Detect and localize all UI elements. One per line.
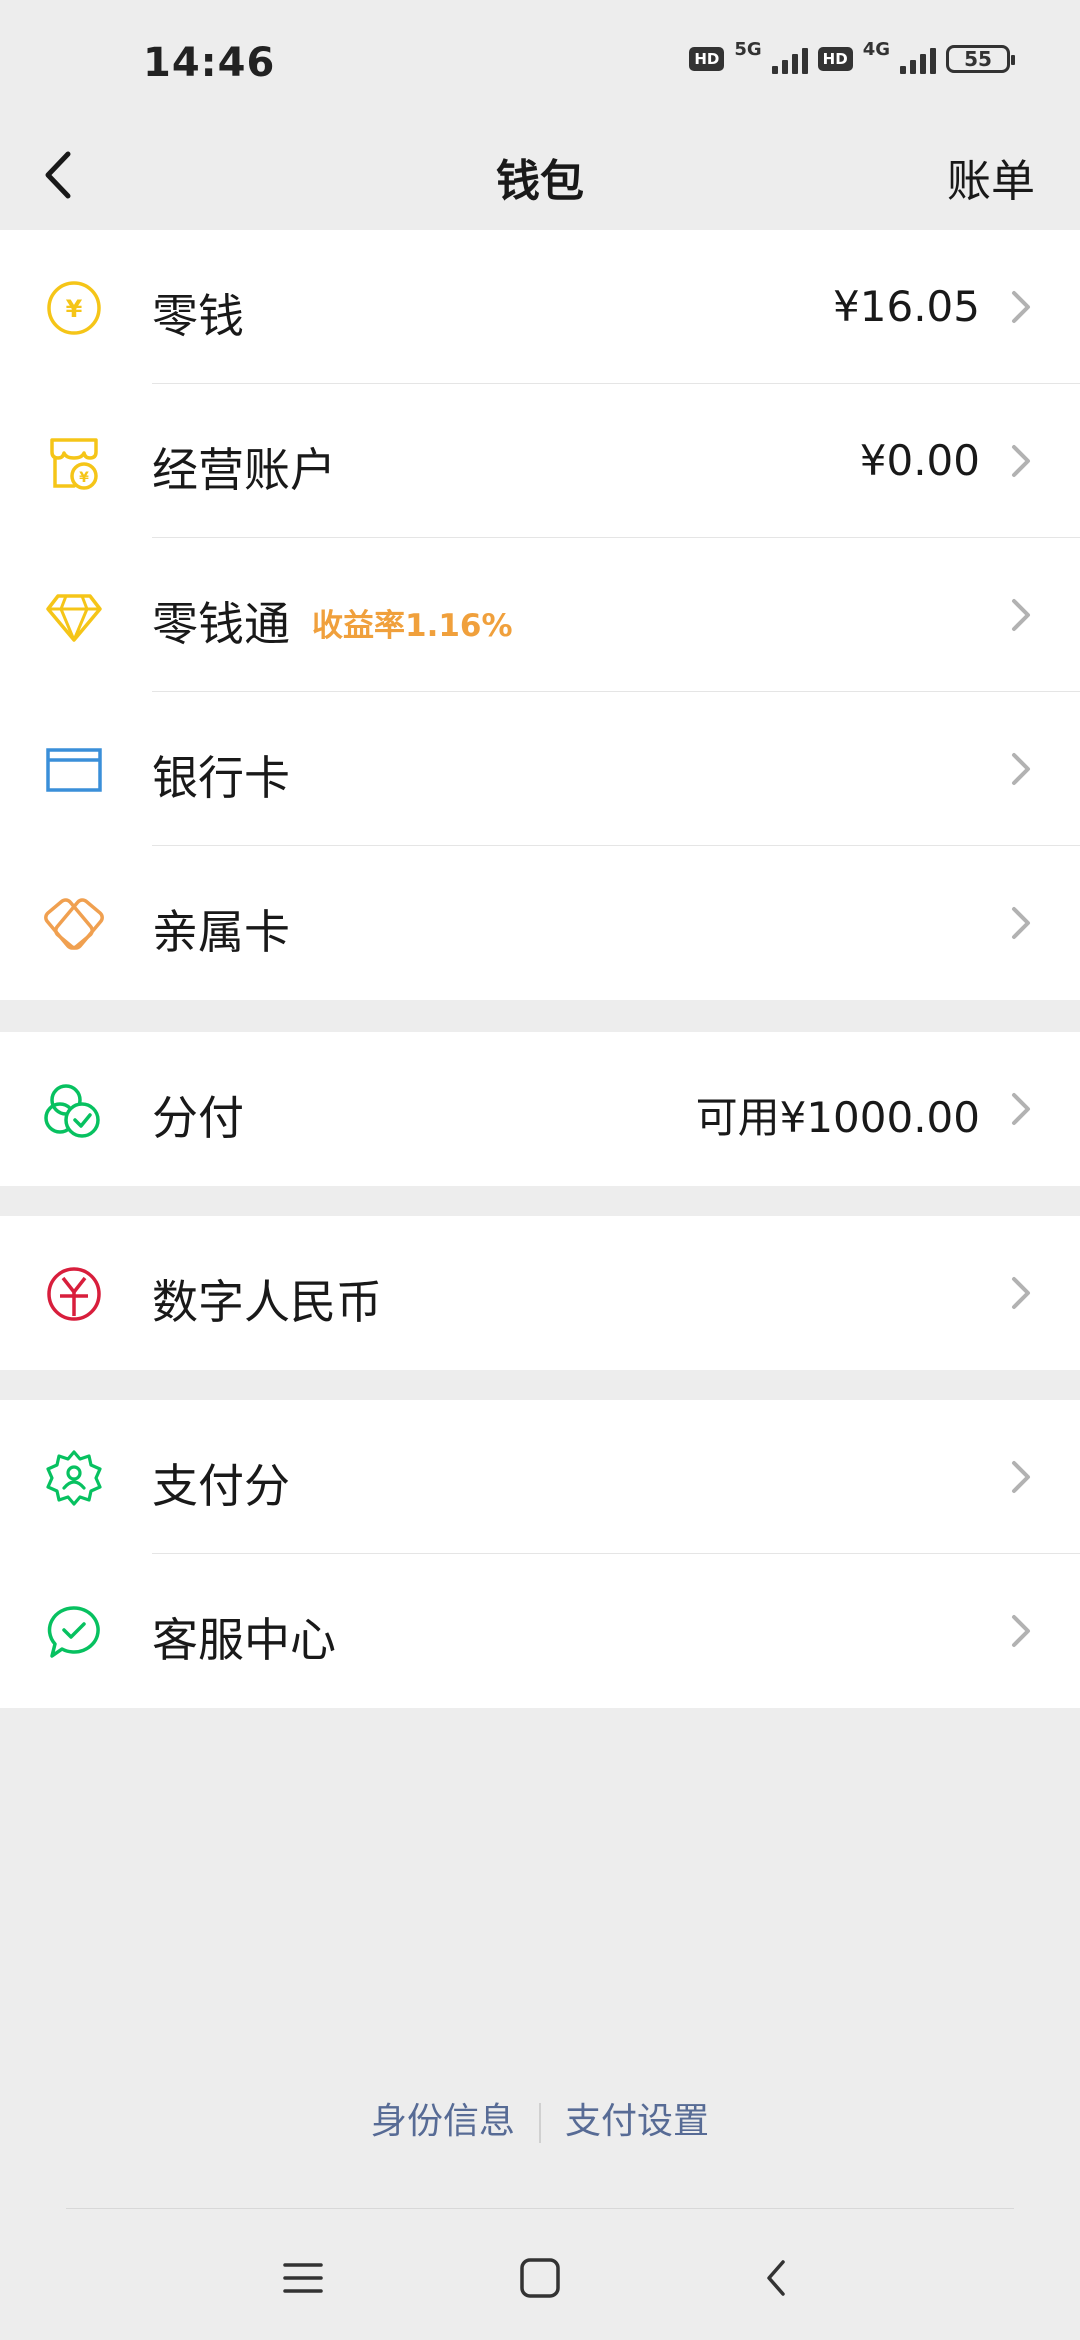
payment-settings-link[interactable]: 支付设置 — [565, 2101, 709, 2142]
wallet-group-4: 支付分 客服中心 — [0, 1400, 1080, 1708]
page-title: 钱包 — [496, 156, 584, 207]
chevron-right-icon — [1012, 1093, 1030, 1125]
footer-divider — [539, 2103, 541, 2143]
available-credit: 可用¥1000.00 — [695, 1093, 980, 1142]
back-triangle-icon — [767, 2260, 785, 2296]
chevron-right-icon — [1012, 291, 1030, 323]
signal-icon — [771, 44, 808, 74]
pay-score-row[interactable]: 支付分 — [0, 1400, 1080, 1554]
wallet-group-3: 数字人民币 — [0, 1216, 1080, 1370]
change-row[interactable]: ¥ 零钱 ¥16.05 — [0, 230, 1080, 384]
bank-card-row[interactable]: 银行卡 — [0, 692, 1080, 846]
chevron-right-icon — [1012, 1461, 1030, 1493]
row-label: 亲属卡 — [152, 905, 290, 959]
row-label: 经营账户 — [152, 443, 336, 497]
chevron-right-icon — [1012, 445, 1030, 477]
lingqiantong-row[interactable]: 零钱通 收益率1.16% — [0, 538, 1080, 692]
status-icons: HD 5G HD 4G 55 — [689, 39, 1015, 74]
svg-text:¥: ¥ — [79, 470, 89, 486]
chat-check-icon — [47, 1606, 100, 1658]
business-account-row[interactable]: ¥ 经营账户 ¥0.00 — [0, 384, 1080, 538]
chevron-right-icon — [1012, 907, 1030, 939]
balance-value: ¥0.00 — [859, 436, 980, 485]
fenfu-row[interactable]: 分付 可用¥1000.00 — [0, 1032, 1080, 1186]
row-label: 数字人民币 — [152, 1275, 382, 1329]
yen-coin-icon: ¥ — [47, 281, 101, 335]
row-label: 银行卡 — [152, 751, 290, 805]
signal-icon — [900, 44, 936, 74]
hd-badge-sim2: HD — [817, 47, 853, 71]
system-nav-divider — [66, 2208, 1014, 2209]
chevron-right-icon — [1012, 599, 1030, 631]
hd-badge-sim1: HD — [689, 47, 725, 71]
family-card-row[interactable]: 亲属卡 — [0, 846, 1080, 1000]
navigation-bar: 钱包 账单 — [0, 125, 1080, 230]
battery-icon: 55 — [946, 45, 1015, 73]
shop-yen-icon: ¥ — [50, 438, 98, 490]
footer-links: 身份信息 支付设置 — [0, 2092, 1080, 2144]
home-button[interactable] — [510, 2248, 570, 2308]
system-back-button[interactable] — [747, 2248, 807, 2308]
row-label: 零钱通 — [152, 597, 290, 651]
balance-value: ¥16.05 — [833, 282, 980, 331]
chevron-right-icon — [1012, 753, 1030, 785]
wallet-group-1: ¥ 零钱 ¥16.05 ¥ 经营账户 ¥0.00 零钱通 收益率1.16% 银行… — [0, 230, 1080, 1000]
row-label: 客服中心 — [152, 1613, 336, 1667]
yield-rate-badge: 收益率1.16% — [312, 608, 513, 644]
status-bar: 14:46 HD 5G HD 4G 55 — [0, 0, 1080, 125]
network-type-sim2: 4G — [862, 38, 890, 60]
chevron-right-icon — [1012, 1615, 1030, 1647]
digital-yuan-icon — [47, 1267, 101, 1321]
badge-person-icon — [46, 1450, 102, 1506]
network-type-sim1: 5G — [734, 38, 762, 60]
menu-button[interactable] — [273, 2248, 333, 2308]
home-square-icon — [520, 2258, 560, 2298]
svg-text:¥: ¥ — [66, 295, 83, 323]
customer-service-row[interactable]: 客服中心 — [0, 1554, 1080, 1708]
bill-button[interactable]: 账单 — [947, 145, 1035, 209]
row-label: 分付 — [152, 1091, 244, 1145]
family-card-icon — [44, 898, 104, 950]
system-navigation-bar — [0, 2240, 1080, 2310]
menu-icon — [283, 2263, 323, 2293]
digital-rmb-row[interactable]: 数字人民币 — [0, 1216, 1080, 1370]
chevron-right-icon — [1012, 1277, 1030, 1309]
row-label: 零钱 — [152, 289, 244, 343]
status-time: 14:46 — [143, 40, 276, 86]
wallet-group-2: 分付 可用¥1000.00 — [0, 1032, 1080, 1186]
row-label: 支付分 — [152, 1459, 290, 1513]
fenfu-circles-icon — [44, 1084, 100, 1138]
bank-card-icon — [46, 748, 102, 792]
diamond-icon — [46, 594, 102, 642]
identity-info-link[interactable]: 身份信息 — [371, 2101, 515, 2142]
